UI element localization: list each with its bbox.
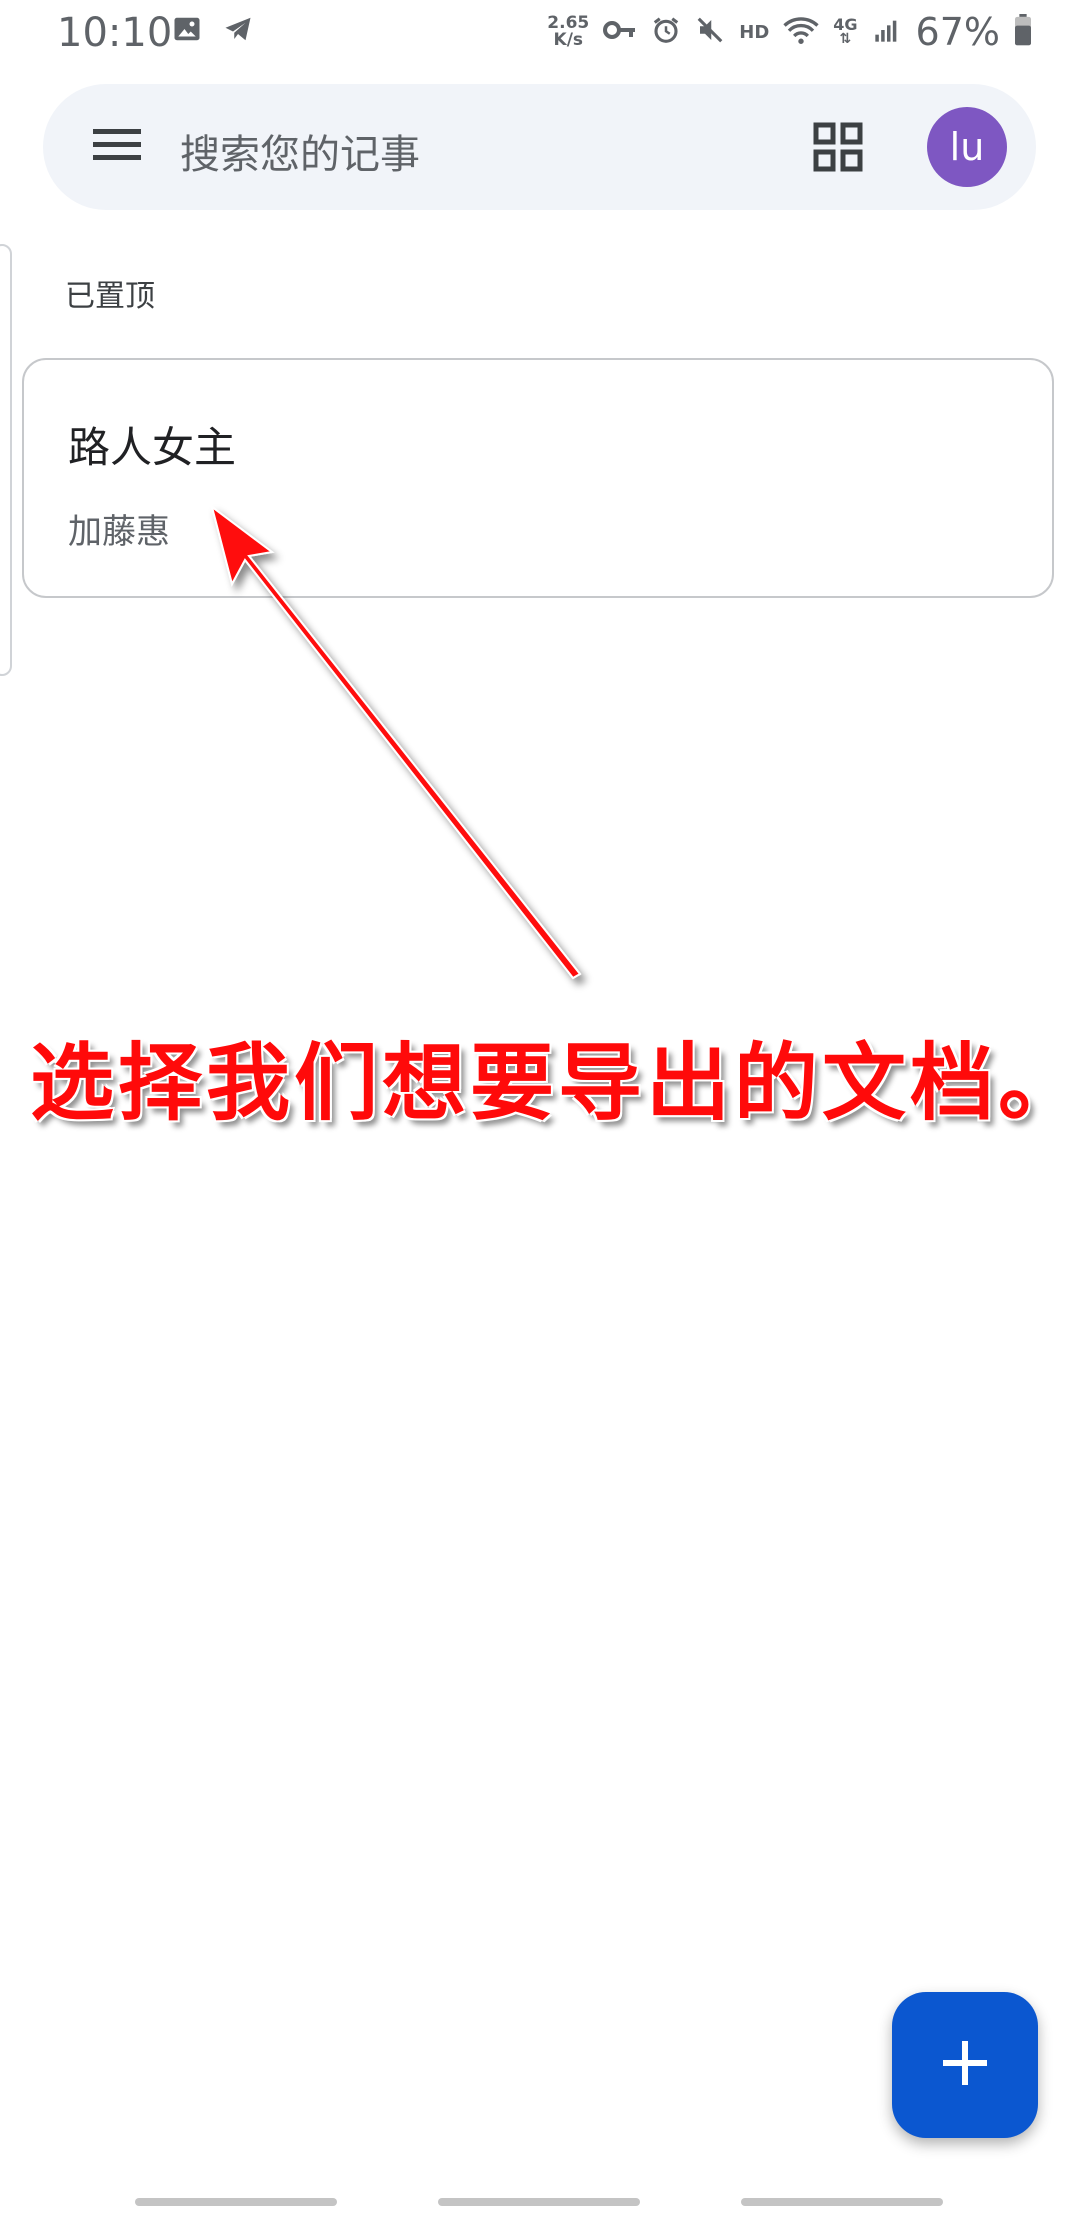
grid-view-icon[interactable] bbox=[813, 122, 863, 176]
status-bar: 10:10 2.65 K/s HD 4G ⇅ 67% bbox=[0, 0, 1080, 70]
annotation-text: 选择我们想要导出的文档。 bbox=[30, 1033, 1080, 1132]
add-note-button[interactable] bbox=[892, 1992, 1038, 2138]
search-bar[interactable]: 搜索您的记事 lu bbox=[43, 84, 1036, 210]
menu-icon[interactable] bbox=[93, 124, 143, 168]
pinned-section-label: 已置顶 bbox=[65, 279, 155, 314]
nav-recent-button[interactable] bbox=[135, 2198, 337, 2206]
nav-home-button[interactable] bbox=[438, 2198, 640, 2206]
signal-icon bbox=[872, 16, 902, 48]
navigation-bar bbox=[0, 2190, 1080, 2220]
status-time: 10:10 bbox=[57, 10, 173, 56]
search-input[interactable]: 搜索您的记事 bbox=[180, 122, 420, 180]
netspeed-unit: K/s bbox=[553, 30, 584, 50]
mute-icon bbox=[695, 15, 725, 49]
wifi-icon bbox=[783, 15, 819, 49]
note-title: 路人女主 bbox=[68, 423, 237, 472]
network-type: 4G ⇅ bbox=[833, 15, 858, 47]
battery-icon bbox=[1014, 14, 1032, 50]
nav-back-button[interactable] bbox=[741, 2198, 943, 2206]
avatar[interactable]: lu bbox=[927, 107, 1007, 187]
hd-label: HD bbox=[739, 21, 770, 43]
vpn-key-icon bbox=[603, 18, 637, 46]
note-card[interactable]: 路人女主 加藤惠 bbox=[22, 358, 1054, 598]
battery-percent: 67% bbox=[915, 10, 1000, 54]
netspeed-indicator: 2.65 K/s bbox=[547, 15, 589, 49]
alarm-icon bbox=[651, 15, 681, 49]
telegram-icon bbox=[222, 14, 254, 48]
avatar-initials: lu bbox=[949, 125, 985, 169]
drawer-handle[interactable] bbox=[0, 244, 12, 676]
network-label: 4G bbox=[833, 15, 858, 34]
image-icon bbox=[172, 14, 202, 48]
note-body: 加藤惠 bbox=[68, 512, 170, 552]
plus-icon bbox=[941, 2039, 989, 2091]
